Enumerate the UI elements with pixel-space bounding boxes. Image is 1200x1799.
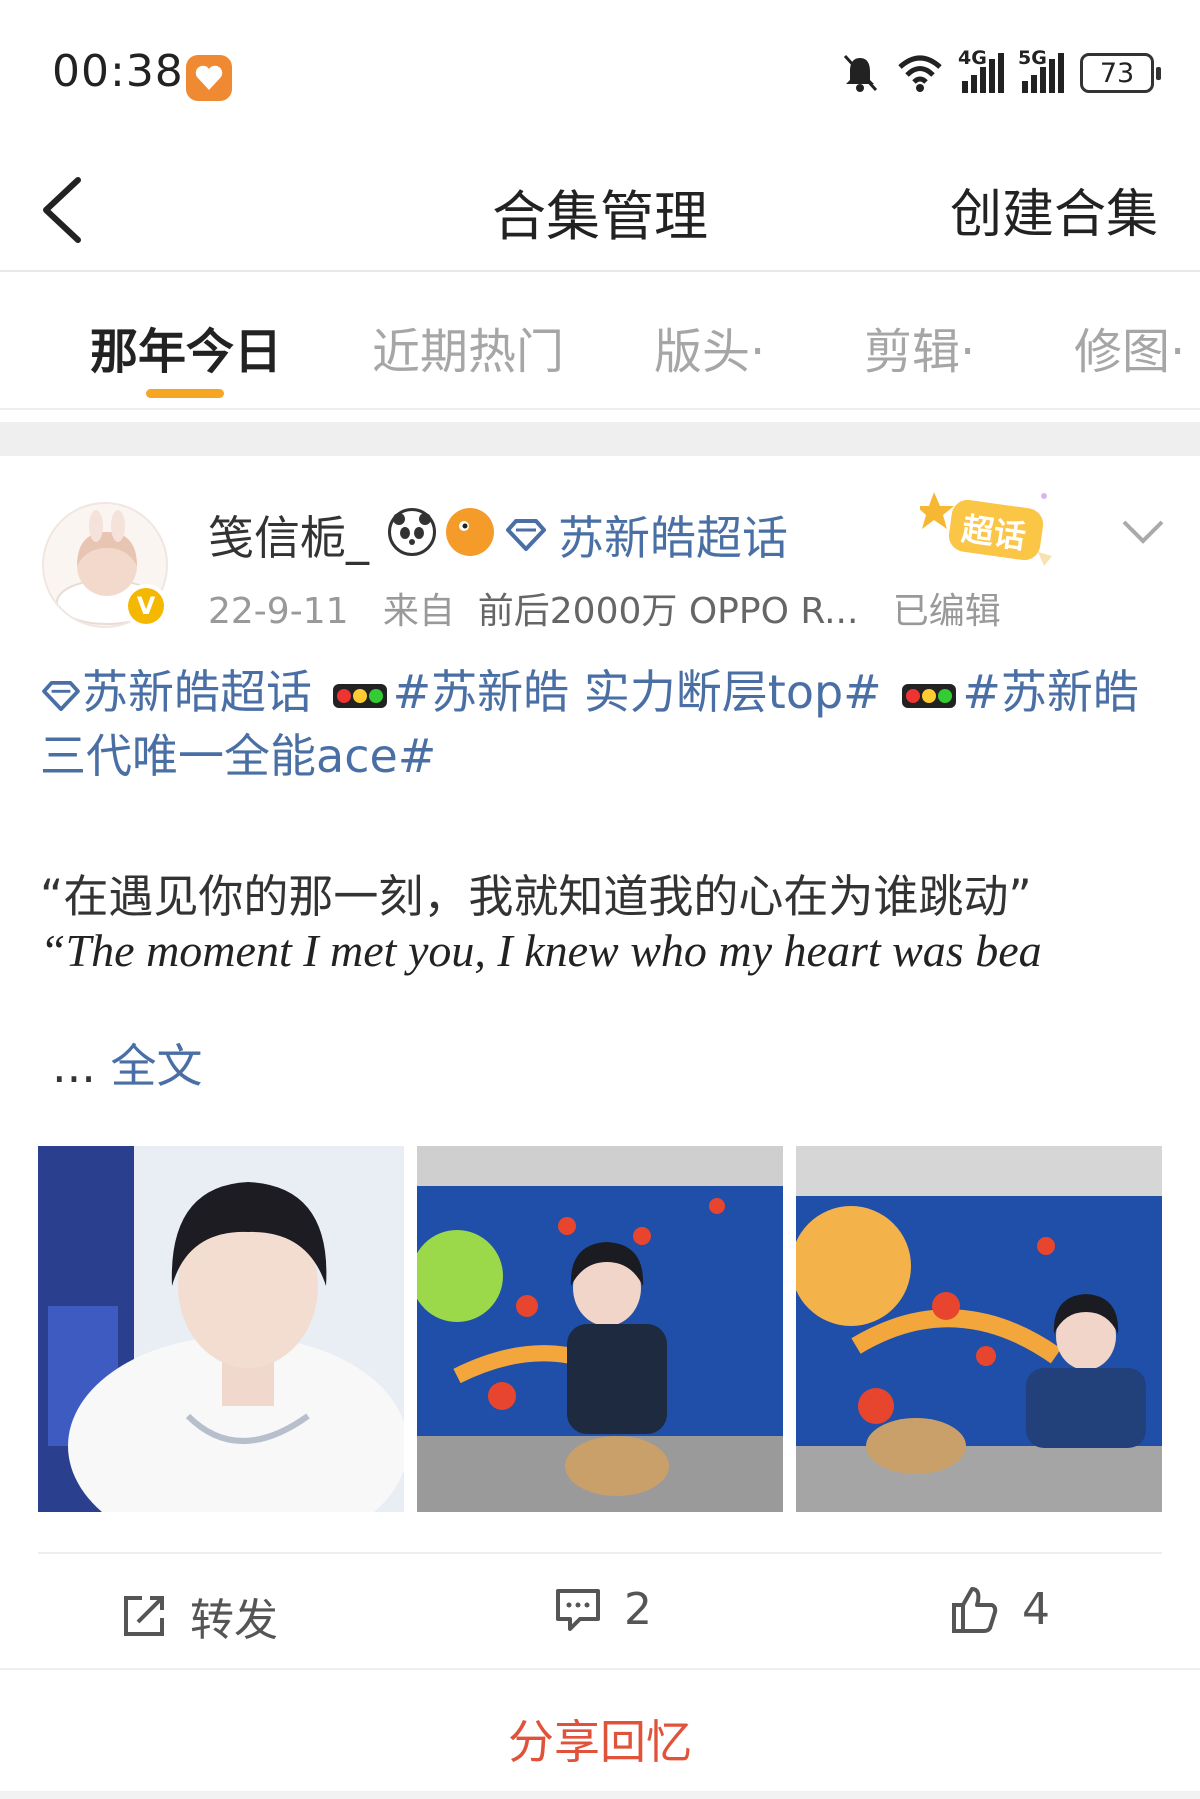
pufferfish-emoji-icon bbox=[446, 508, 494, 556]
share-memory-button[interactable]: 分享回忆 bbox=[0, 1706, 1200, 1772]
quote-english: “The moment I met you, I knew who my hea… bbox=[40, 925, 1042, 976]
supertopic-badge-label: 超话 bbox=[959, 509, 1029, 557]
mute-bell-icon bbox=[843, 54, 878, 92]
comment-button[interactable]: 2 bbox=[554, 1584, 652, 1635]
comment-count: 2 bbox=[624, 1584, 652, 1635]
hashtag-link-2-cont[interactable]: 三代唯一全能ace# bbox=[40, 729, 436, 783]
hashtag-link-2[interactable]: #苏新皓 bbox=[962, 665, 1139, 719]
verified-mark: V bbox=[128, 588, 164, 624]
read-more-link[interactable]: 全文 bbox=[111, 1039, 203, 1093]
author-supertopic-link[interactable]: 苏新皓超话 bbox=[558, 502, 788, 568]
signal-5g-label: 5G bbox=[1018, 47, 1047, 69]
tab-bar: 那年今日 近期热门 版头· 剪辑· 修图· bbox=[0, 272, 1200, 410]
verified-badge-icon: V bbox=[124, 584, 168, 628]
battery-level: 73 bbox=[1099, 57, 1135, 89]
wifi-icon bbox=[898, 55, 942, 92]
repost-button[interactable]: 转发 bbox=[120, 1584, 278, 1648]
photo-thumbnail-1[interactable] bbox=[38, 1146, 404, 1512]
tab-on-this-day[interactable]: 那年今日 bbox=[90, 312, 282, 382]
author-name[interactable]: 笺信栀_ bbox=[208, 502, 369, 568]
status-bar: 00:38 4G 5G 73 bbox=[0, 0, 1200, 150]
post-topics: 苏新皓超话 #苏新皓 实力断层top# #苏新皓 三代唯一全能ace# bbox=[40, 660, 1180, 788]
signal-4g-label: 4G bbox=[958, 47, 987, 69]
photo-thumbnail-3[interactable] bbox=[796, 1146, 1162, 1512]
photo-thumbnail-2[interactable] bbox=[417, 1146, 783, 1512]
supertopic-diamond-icon bbox=[42, 680, 80, 711]
tab-photo-edit[interactable]: 修图· bbox=[1074, 312, 1185, 382]
action-divider bbox=[38, 1552, 1162, 1554]
active-tab-indicator bbox=[146, 389, 224, 398]
post-meta: 22-9-11 来自 前后2000万 OPPO R... 已编辑 bbox=[208, 582, 1001, 634]
hashtag-link-1[interactable]: #苏新皓 实力断层top# bbox=[393, 665, 882, 719]
battery-icon: 73 bbox=[1080, 53, 1161, 93]
post-date: 22-9-11 bbox=[208, 591, 349, 632]
like-button[interactable]: 4 bbox=[950, 1584, 1050, 1635]
photo-grid bbox=[38, 1146, 1162, 1512]
like-count: 4 bbox=[1022, 1584, 1050, 1635]
repost-label: 转发 bbox=[190, 1595, 278, 1646]
thumbs-up-icon bbox=[952, 1586, 998, 1633]
bottom-gap bbox=[0, 1791, 1200, 1799]
repost-icon bbox=[124, 1596, 164, 1636]
status-time: 00:38 bbox=[52, 46, 184, 97]
comment-icon bbox=[556, 1588, 600, 1631]
tab-edit[interactable]: 剪辑· bbox=[864, 312, 975, 382]
section-gap bbox=[0, 422, 1200, 456]
share-divider bbox=[0, 1668, 1200, 1670]
post-source[interactable]: 前后2000万 OPPO R... bbox=[478, 591, 859, 632]
panda-emoji-icon bbox=[388, 508, 436, 556]
ellipsis: ... bbox=[52, 1039, 96, 1093]
app-notification-icon bbox=[186, 55, 232, 101]
post-card: V 笺信栀_ 苏新皓超话 超话 22-9-11 来自 前后2000万 OPPO … bbox=[0, 456, 1200, 1799]
status-icons: 4G 5G 73 bbox=[840, 47, 1161, 94]
read-more: ... 全文 bbox=[52, 1030, 203, 1096]
edited-label: 已编辑 bbox=[892, 591, 1001, 632]
source-prefix: 来自 bbox=[382, 591, 455, 632]
nav-bar: 合集管理 创建合集 bbox=[0, 150, 1200, 272]
signal-4g-icon: 4G bbox=[958, 47, 1004, 93]
tab-recent-hot[interactable]: 近期热门 bbox=[372, 312, 564, 382]
screen: 00:38 4G 5G 73 合集管理 创建合集 那年今日 近期热门 版头· 剪… bbox=[0, 0, 1200, 1799]
create-collection-button[interactable]: 创建合集 bbox=[950, 172, 1158, 247]
tab-banner[interactable]: 版头· bbox=[654, 312, 765, 382]
traffic-light-emoji-icon bbox=[902, 683, 957, 708]
supertopic-diamond-icon bbox=[506, 519, 546, 551]
traffic-light-emoji-icon bbox=[332, 683, 387, 708]
quote-chinese: “在遇见你的那一刻，我就知道我的心在为谁跳动” bbox=[40, 870, 1032, 923]
chevron-down-icon[interactable] bbox=[1118, 512, 1168, 552]
signal-5g-icon: 5G bbox=[1018, 47, 1064, 93]
topic-link[interactable]: 苏新皓超话 bbox=[82, 665, 312, 719]
